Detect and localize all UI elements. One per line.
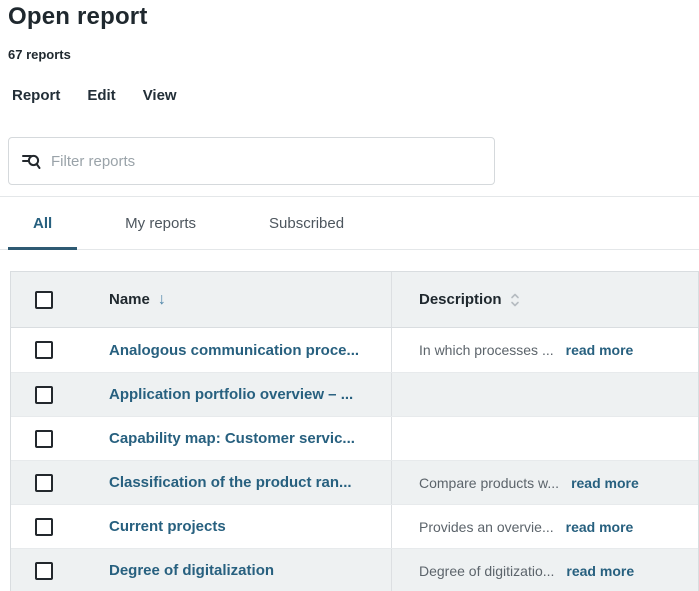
table-row[interactable]: Classification of the product ran... Com…: [11, 460, 698, 504]
report-name-link[interactable]: Classification of the product ran...: [109, 474, 352, 491]
page-title: Open report: [8, 2, 699, 32]
menu-view[interactable]: View: [143, 87, 177, 104]
menu-bar: Report Edit View: [12, 87, 699, 104]
report-name-link[interactable]: Capability map: Customer servic...: [109, 430, 355, 447]
report-name-link[interactable]: Analogous communication proce...: [109, 342, 359, 359]
tab-bar: All My reports Subscribed: [0, 196, 699, 250]
row-checkbox[interactable]: [35, 386, 53, 404]
report-description: Degree of digitizatio...: [419, 563, 554, 579]
report-name-link[interactable]: Degree of digitalization: [109, 562, 274, 579]
table-row[interactable]: Capability map: Customer servic...: [11, 416, 698, 460]
filter-box[interactable]: [8, 137, 495, 185]
read-more-link[interactable]: read more: [571, 475, 639, 491]
read-more-link[interactable]: read more: [566, 519, 634, 535]
table-row[interactable]: Application portfolio overview – ...: [11, 372, 698, 416]
filter-reports-input[interactable]: [51, 153, 482, 170]
report-description: Provides an overvie...: [419, 519, 554, 535]
report-count: 67 reports: [8, 47, 699, 62]
row-checkbox[interactable]: [35, 518, 53, 536]
report-description: Compare products w...: [419, 475, 559, 491]
tab-subscribed[interactable]: Subscribed: [244, 197, 369, 250]
menu-report[interactable]: Report: [12, 87, 60, 104]
table-row[interactable]: Current projects Provides an overvie... …: [11, 504, 698, 548]
row-checkbox[interactable]: [35, 430, 53, 448]
row-checkbox[interactable]: [35, 341, 53, 359]
row-checkbox[interactable]: [35, 562, 53, 580]
read-more-link[interactable]: read more: [566, 563, 634, 579]
table-row[interactable]: Analogous communication proce... In whic…: [11, 328, 698, 372]
description-column-label: Description: [419, 291, 502, 308]
tab-all[interactable]: All: [8, 197, 77, 250]
reports-table: Name ↓ Description Analogous communicati…: [10, 271, 699, 591]
column-header-description[interactable]: Description: [391, 272, 698, 327]
select-all-checkbox[interactable]: [35, 291, 53, 309]
read-more-link[interactable]: read more: [566, 342, 634, 358]
report-description: In which processes ...: [419, 342, 554, 358]
open-report-dialog: Open report 67 reports Report Edit View …: [0, 0, 699, 591]
report-name-link[interactable]: Application portfolio overview – ...: [109, 386, 353, 403]
column-header-name[interactable]: Name ↓: [91, 291, 391, 308]
filter-search-icon: [21, 151, 41, 171]
sort-descending-icon[interactable]: ↓: [158, 292, 166, 308]
tab-my-reports[interactable]: My reports: [100, 197, 221, 250]
report-name-link[interactable]: Current projects: [109, 518, 226, 535]
row-checkbox[interactable]: [35, 474, 53, 492]
name-column-label: Name: [109, 291, 150, 308]
table-row[interactable]: Degree of digitalization Degree of digit…: [11, 548, 698, 591]
table-header-row: Name ↓ Description: [11, 272, 698, 328]
menu-edit[interactable]: Edit: [87, 87, 115, 104]
sort-chevrons-icon[interactable]: [510, 292, 520, 308]
